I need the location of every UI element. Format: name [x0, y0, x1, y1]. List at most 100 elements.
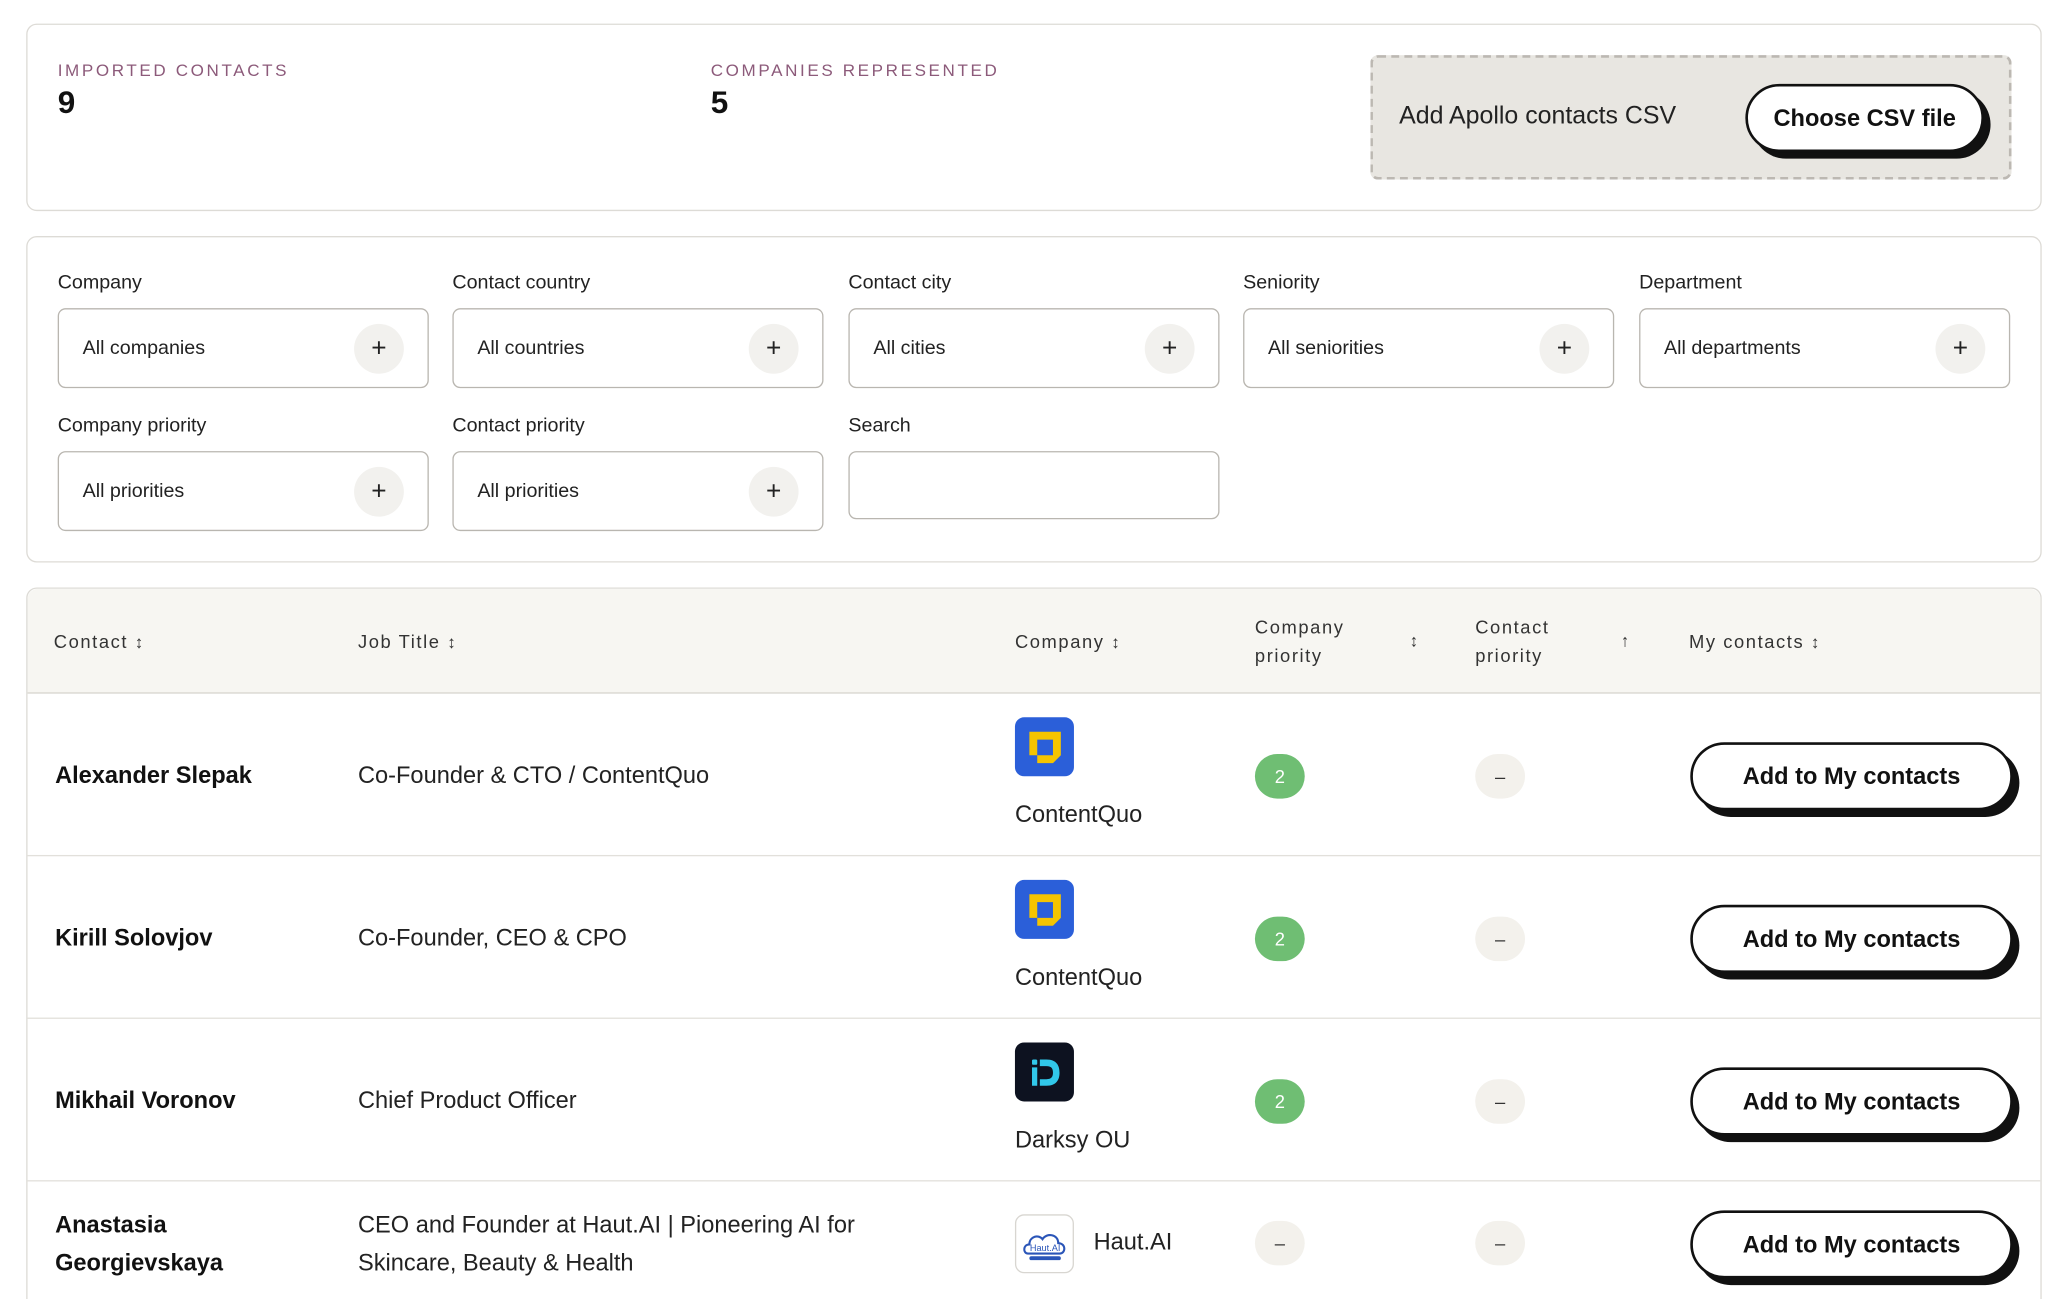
hautai-logo-text: Haut.AI [1029, 1242, 1060, 1252]
contact-priority-select[interactable]: All priorities + [452, 451, 824, 532]
column-header-company-priority[interactable]: Company priority [1255, 612, 1345, 670]
seniority-select[interactable]: All seniorities + [1243, 308, 1615, 389]
company-priority-select-value: All priorities [82, 479, 185, 503]
companies-represented-stat: COMPANIES REPRESENTED 5 [711, 60, 1000, 122]
companies-represented-label: COMPANIES REPRESENTED [710, 60, 1000, 80]
company-select-value: All companies [82, 337, 206, 360]
filter-seniority: Seniority All seniorities + [1243, 271, 1615, 389]
hautai-logo-icon: Haut.AI [1014, 1214, 1074, 1274]
plus-icon[interactable]: + [748, 323, 799, 374]
imported-contacts-label: IMPORTED CONTACTS [57, 60, 290, 80]
filter-department-label: Department [1639, 271, 1742, 294]
company-name: Haut.AI [1093, 1228, 1173, 1255]
country-select[interactable]: All countries + [452, 308, 824, 389]
add-to-my-contacts-button[interactable]: Add to My contacts [1690, 1067, 2013, 1136]
company-priority-select[interactable]: All priorities + [57, 451, 429, 532]
column-header-contact-priority[interactable]: Contact priority [1475, 612, 1549, 670]
plus-icon[interactable]: + [1935, 323, 1986, 374]
column-header-contact-priority-line2: priority [1475, 645, 1543, 667]
stats-panel: IMPORTED CONTACTS 9 COMPANIES REPRESENTE… [26, 23, 2042, 212]
company-name: Darksy OU [1014, 1126, 1131, 1153]
sort-ascending-icon[interactable]: ↑ [1621, 627, 1631, 656]
column-header-my-contacts[interactable]: My contacts ↕ [1689, 627, 1821, 657]
company-priority-badge: – [1254, 1220, 1305, 1266]
plus-icon[interactable]: + [1144, 323, 1195, 374]
filters-panel: Company All companies + Contact country … [26, 236, 2042, 563]
company-priority-badge: 2 [1254, 916, 1305, 962]
table-row: Mikhail Voronov Chief Product Officer Da… [27, 1019, 2041, 1182]
contact-priority-badge: – [1475, 1220, 1526, 1266]
job-title-line1: CEO and Founder at Haut.AI | Pioneering … [357, 1211, 855, 1238]
filter-company-priority: Company priority All priorities + [57, 414, 429, 532]
department-select[interactable]: All departments + [1639, 308, 2011, 389]
contact-name: Kirill Solovjov [55, 924, 213, 951]
search-input[interactable] [848, 451, 1220, 520]
sort-icon[interactable]: ↕ [1410, 627, 1420, 656]
sort-icon: ↕ [134, 632, 145, 652]
contacts-table: Contact ↕ Job Title ↕ Company ↕ Company … [26, 587, 2042, 1299]
column-header-contact-label: Contact [53, 630, 129, 652]
contact-name-line2: Georgievskaya [55, 1249, 224, 1276]
add-to-my-contacts-button[interactable]: Add to My contacts [1690, 1210, 2013, 1279]
add-to-my-contacts-button[interactable]: Add to My contacts [1690, 904, 2013, 973]
table-row: Alexander Slepak Co-Founder & CTO / Cont… [27, 694, 2041, 857]
contact-priority-badge: – [1475, 753, 1526, 799]
table-row: Kirill Solovjov Co-Founder, CEO & CPO Co… [27, 856, 2041, 1019]
city-select-value: All cities [873, 337, 946, 360]
column-header-job-title-label: Job Title [357, 630, 441, 652]
contact-name: Anastasia Georgievskaya [55, 1206, 223, 1282]
add-to-my-contacts-button[interactable]: Add to My contacts [1690, 742, 2013, 811]
contentquo-logo-icon [1014, 879, 1074, 939]
filter-contact-priority: Contact priority All priorities + [452, 414, 824, 532]
job-title: Chief Product Officer [357, 1087, 577, 1114]
column-header-contact[interactable]: Contact ↕ [54, 627, 145, 657]
csv-upload-label: Add Apollo contacts CSV [1399, 102, 1677, 130]
contact-name: Alexander Slepak [55, 761, 252, 789]
filter-search: Search [848, 414, 1220, 520]
contact-priority-badge: – [1475, 1079, 1526, 1124]
filter-contact-priority-label: Contact priority [452, 414, 585, 437]
filter-country: Contact country All countries + [452, 271, 824, 389]
companies-represented-value: 5 [710, 85, 729, 121]
contact-name-line1: Anastasia [55, 1211, 167, 1238]
column-header-contact-priority-line1: Contact [1475, 616, 1550, 638]
csv-upload-dropzone[interactable]: Add Apollo contacts CSV Choose CSV file [1370, 55, 2012, 180]
filter-company: Company All companies + [57, 271, 429, 389]
city-select[interactable]: All cities + [848, 308, 1220, 389]
column-header-company-priority-line1: Company [1254, 616, 1345, 638]
job-title-line2: Skincare, Beauty & Health [357, 1249, 634, 1276]
plus-icon[interactable]: + [1539, 323, 1590, 374]
filter-search-label: Search [848, 414, 911, 437]
plus-icon[interactable]: + [354, 466, 404, 517]
plus-icon[interactable]: + [748, 466, 799, 517]
sort-icon: ↕ [447, 632, 458, 652]
imported-contacts-value: 9 [57, 85, 76, 121]
company-select[interactable]: All companies + [57, 308, 429, 389]
filter-city-label: Contact city [848, 271, 952, 294]
filter-city: Contact city All cities + [848, 271, 1220, 389]
seniority-select-value: All seniorities [1268, 337, 1384, 360]
filter-department: Department All departments + [1639, 271, 2011, 389]
department-select-value: All departments [1664, 337, 1801, 360]
sort-icon: ↕ [1810, 632, 1821, 652]
company-priority-badge: 2 [1254, 753, 1305, 799]
plus-icon[interactable]: + [354, 323, 404, 374]
table-row: Anastasia Georgievskaya CEO and Founder … [28, 1181, 2041, 1299]
company-priority-badge: 2 [1254, 1079, 1305, 1124]
column-header-job-title[interactable]: Job Title ↕ [358, 627, 457, 657]
imported-contacts-stat: IMPORTED CONTACTS 9 [58, 60, 289, 122]
column-header-company-label: Company [1014, 630, 1105, 652]
filter-seniority-label: Seniority [1243, 271, 1320, 294]
sort-icon: ↕ [1111, 632, 1122, 652]
choose-csv-button[interactable]: Choose CSV file [1745, 83, 1984, 153]
filter-company-priority-label: Company priority [57, 414, 207, 437]
column-header-company[interactable]: Company ↕ [1015, 627, 1121, 657]
company-name: ContentQuo [1014, 963, 1143, 991]
job-title: Co-Founder, CEO & CPO [357, 924, 627, 951]
company-name: ContentQuo [1014, 801, 1143, 828]
contact-priority-select-value: All priorities [477, 479, 579, 503]
contact-priority-badge: – [1475, 916, 1526, 962]
darksy-logo-icon [1014, 1042, 1074, 1102]
job-title: Co-Founder & CTO / ContentQuo [357, 761, 710, 789]
contentquo-logo-icon [1014, 717, 1074, 777]
